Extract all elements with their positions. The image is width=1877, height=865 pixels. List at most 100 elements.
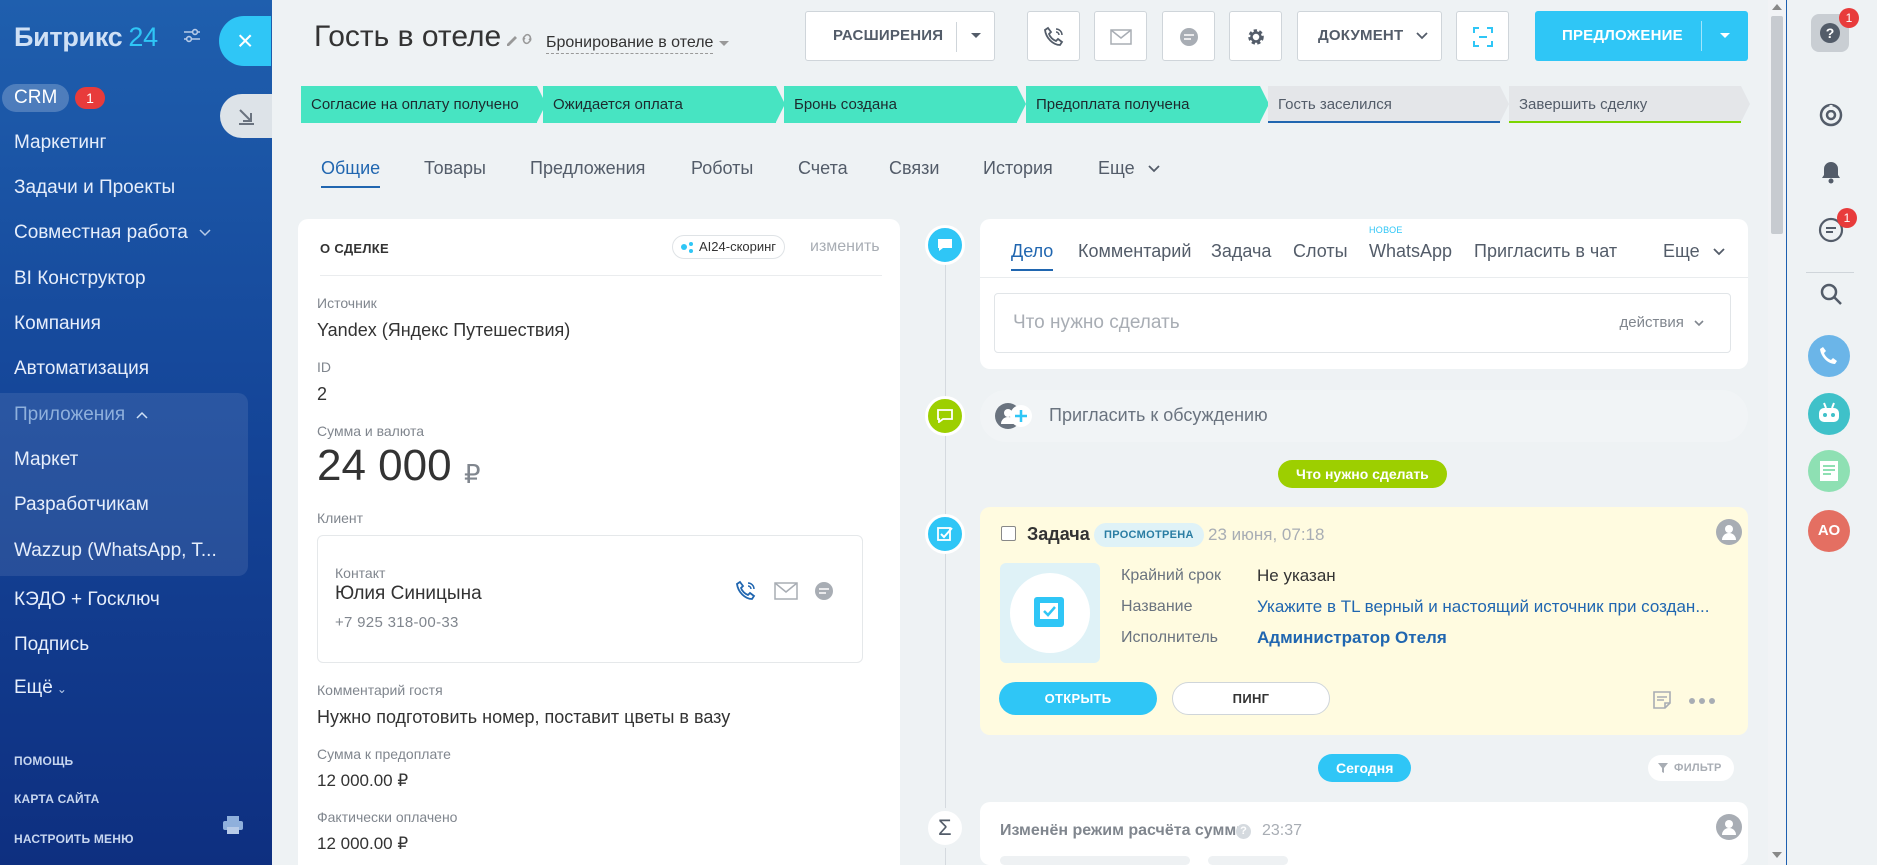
prepay-value[interactable]: 12 000.00 ₽	[317, 771, 408, 791]
sidebar-item-kedo[interactable]: КЭДО + Госключ	[14, 589, 160, 611]
settings-button[interactable]	[1229, 11, 1282, 61]
user-avatar[interactable]: АО	[1808, 510, 1850, 552]
tab-products[interactable]: Товары	[424, 158, 486, 179]
filter-button[interactable]: ФИЛЬТР	[1648, 755, 1734, 781]
sidebar-item-wazzup[interactable]: Wazzup (WhatsApp, T...	[14, 540, 217, 562]
footer-sitemap[interactable]: КАРТА САЙТА	[14, 792, 100, 806]
sidebar-item-more[interactable]: Ещё ⌄	[14, 677, 67, 699]
scroll-up-arrow-icon[interactable]	[1772, 4, 1782, 10]
sidebar-item-automation[interactable]: Автоматизация	[14, 358, 149, 380]
email-button[interactable]	[1094, 11, 1147, 61]
ctab-more[interactable]: Еще	[1663, 241, 1725, 262]
help-icon[interactable]: ?	[1236, 824, 1251, 839]
invite-discussion[interactable]: Пригласить к обсуждению	[980, 390, 1748, 442]
task-title[interactable]: Задача	[1027, 524, 1090, 545]
printer-icon[interactable]	[222, 815, 244, 835]
ctab-whatsapp[interactable]: WhatsApp	[1369, 241, 1452, 262]
ai-scoring-badge[interactable]: AI24-скоринг	[672, 235, 786, 259]
user-avatar-icon[interactable]	[1716, 814, 1742, 840]
ctab-slots[interactable]: Слоты	[1293, 241, 1348, 262]
sidebar-item-developers[interactable]: Разработчикам	[14, 494, 149, 516]
change-link[interactable]: изменить	[810, 238, 880, 256]
page-scrollbar[interactable]	[1768, 0, 1786, 865]
open-task-button[interactable]: ОТКРЫТЬ	[999, 682, 1157, 715]
actions-label: действия	[1619, 314, 1684, 331]
stage-prepayment-received[interactable]: Предоплата получена	[1026, 86, 1260, 123]
tab-robots[interactable]: Роботы	[691, 158, 753, 179]
offer-button[interactable]: ПРЕДЛОЖЕНИЕ	[1535, 11, 1748, 61]
todo-input[interactable]: Что нужно сделать действия	[994, 293, 1731, 353]
tab-links[interactable]: Связи	[889, 158, 939, 179]
paid-value[interactable]: 12 000.00 ₽	[317, 834, 408, 854]
task-complete-checkbox[interactable]	[1001, 526, 1016, 541]
history-item: Изменён режим расчёта суммы ? 23:37	[980, 802, 1748, 865]
scanner-button[interactable]	[1456, 11, 1509, 61]
search-icon[interactable]	[1819, 282, 1843, 306]
chat-icon[interactable]	[814, 581, 834, 601]
ctab-invite-chat[interactable]: Пригласить в чат	[1474, 241, 1617, 262]
comment-value[interactable]: Нужно подготовить номер, поставит цветы …	[317, 707, 730, 728]
more-dots-icon[interactable]	[1688, 697, 1716, 705]
source-value[interactable]: Yandex (Яндекс Путешествия)	[317, 320, 570, 341]
sliders-icon[interactable]	[183, 28, 201, 44]
stage-booking-created[interactable]: Бронь создана	[784, 86, 1017, 123]
scroll-thumb[interactable]	[1771, 16, 1783, 234]
ping-button[interactable]: ПИНГ	[1172, 682, 1330, 715]
footer-settings[interactable]: НАСТРОИТЬ МЕНЮ	[14, 832, 134, 846]
ctab-deal[interactable]: Дело	[1011, 241, 1054, 271]
deadline-value[interactable]: Не указан	[1257, 566, 1336, 586]
sidebar-item-marketing[interactable]: Маркетинг	[14, 132, 106, 154]
ctab-comment[interactable]: Комментарий	[1078, 241, 1191, 262]
minimize-slider-button[interactable]	[220, 94, 272, 138]
tab-offers[interactable]: Предложения	[530, 158, 645, 179]
chat-button[interactable]	[1162, 11, 1215, 61]
sidebar-item-collab[interactable]: Совместная работа	[14, 222, 211, 244]
stage-consent[interactable]: Согласие на оплату получено	[301, 86, 537, 123]
call-button[interactable]	[1027, 11, 1080, 61]
sidebar-item-company[interactable]: Компания	[14, 313, 101, 335]
tab-more[interactable]: Еще	[1098, 158, 1160, 179]
mail-icon[interactable]	[774, 582, 798, 600]
pipeline-selector[interactable]: Бронирование в отеле	[546, 34, 714, 54]
sum-value[interactable]: 24 000	[317, 441, 452, 491]
extensions-button[interactable]: РАСШИРЕНИЯ	[805, 11, 995, 61]
notes-button[interactable]	[1808, 450, 1850, 492]
actions-dropdown[interactable]: действия	[1620, 294, 1705, 352]
refresh-icon[interactable]	[1818, 102, 1844, 128]
telephony-button[interactable]	[1808, 335, 1850, 377]
footer-help[interactable]: ПОМОЩЬ	[14, 754, 73, 768]
edit-pencil-link-icon[interactable]	[505, 31, 535, 47]
stage-checked-in[interactable]: Гость заселился	[1268, 86, 1500, 123]
chevron-down-icon[interactable]	[1719, 32, 1731, 40]
divider	[320, 275, 882, 276]
chevron-down-icon[interactable]	[970, 32, 982, 40]
tab-history[interactable]: История	[983, 158, 1053, 179]
user-avatar-icon[interactable]	[1716, 519, 1742, 545]
sidebar-item-tasks[interactable]: Задачи и Проекты	[14, 177, 175, 199]
contact-phone[interactable]: +7 925 318-00-33	[335, 614, 459, 631]
bot-button[interactable]	[1808, 393, 1850, 435]
tab-invoices[interactable]: Счета	[798, 158, 848, 179]
client-contact-box[interactable]: Контакт Юлия Синицына +7 925 318-00-33	[317, 535, 863, 663]
tab-general[interactable]: Общие	[321, 158, 381, 188]
stage-awaiting-payment[interactable]: Ожидается оплата	[543, 86, 776, 123]
scroll-down-arrow-icon[interactable]	[1772, 852, 1782, 858]
contact-name[interactable]: Юлия Синицына	[335, 583, 482, 605]
name-value[interactable]: Укажите в TL верный и настоящий источник…	[1257, 597, 1709, 617]
sidebar-item-apps[interactable]: Приложения	[14, 404, 148, 426]
bell-icon[interactable]	[1820, 160, 1842, 184]
executor-value[interactable]: Администратор Отеля	[1257, 628, 1447, 648]
document-button[interactable]: ДОКУМЕНТ	[1297, 11, 1442, 61]
note-icon[interactable]	[1652, 690, 1672, 710]
close-slider-button[interactable]: ×	[219, 16, 271, 66]
sidebar-item-bi[interactable]: BI Конструктор	[14, 268, 146, 290]
sidebar-item-market[interactable]: Маркет	[14, 449, 78, 471]
phone-icon[interactable]	[734, 579, 760, 603]
sidebar-item-sign[interactable]: Подпись	[14, 634, 89, 656]
logo[interactable]: Битрикс 24	[14, 22, 158, 53]
stage-finish-deal[interactable]: Завершить сделку	[1509, 86, 1741, 123]
tab-more-label: Еще	[1098, 158, 1135, 178]
sidebar-item-crm[interactable]: CRM	[2, 84, 70, 112]
question-icon: ?	[1820, 23, 1840, 43]
ctab-task[interactable]: Задача	[1211, 241, 1271, 262]
